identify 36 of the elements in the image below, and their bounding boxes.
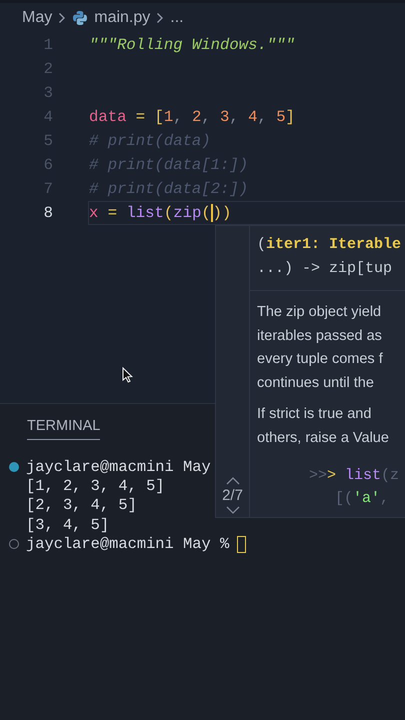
line-number: 4: [42, 108, 53, 126]
terminal-text: jayclare@macmini May: [26, 458, 211, 476]
chevron-icon: [58, 12, 66, 24]
code-line: # print(data[1:]): [88, 155, 250, 176]
line-number: 7: [42, 180, 53, 198]
line-number: 6: [42, 156, 53, 174]
terminal-output: [1, 2, 3, 4, 5]: [26, 477, 165, 496]
up-chevron-icon[interactable]: [224, 476, 240, 486]
mouse-pointer-icon: [122, 367, 133, 383]
terminal-cursor: [237, 536, 246, 553]
text-cursor: [210, 204, 213, 222]
line-number: 2: [42, 60, 53, 78]
code-line: """Rolling Windows.""": [88, 35, 296, 56]
terminal-tab[interactable]: TERMINAL: [27, 418, 100, 440]
terminal-output: [3, 4, 5]: [26, 516, 110, 534]
line-number: 1: [42, 36, 53, 54]
code-example: >>> list(z [('a',: [309, 466, 400, 509]
terminal-prompt: jayclare@macmini May %: [26, 535, 230, 554]
breadcrumb-file[interactable]: main.py: [94, 9, 150, 27]
overload-count: 2/7: [222, 487, 243, 504]
python-file-icon: [72, 10, 88, 26]
doc-paragraph: If strict is true and others, raise a Value: [257, 405, 390, 448]
line-number: 8: [42, 204, 53, 222]
code-line: x = list(zip()): [88, 201, 405, 225]
line-number: 3: [42, 84, 53, 102]
code-line: data = [1, 2, 3, 4, 5]: [88, 107, 296, 128]
down-chevron-icon[interactable]: [224, 505, 240, 515]
chevron-icon: [156, 12, 164, 24]
code-line: # print(data): [88, 131, 212, 152]
breadcrumb-folder[interactable]: May: [22, 9, 52, 27]
signature-text: (iter1: Iterable ...) -> zip[tup: [250, 226, 405, 291]
doc-paragraph: The zip object yield iterables passed as every tuple comes f continues until the: [257, 303, 384, 392]
line-number: 5: [42, 132, 53, 150]
breadcrumb-more[interactable]: ...: [170, 9, 184, 27]
terminal-output: [2, 3, 4, 5]: [26, 496, 137, 514]
code-line: # print(data[2:]): [88, 179, 250, 200]
